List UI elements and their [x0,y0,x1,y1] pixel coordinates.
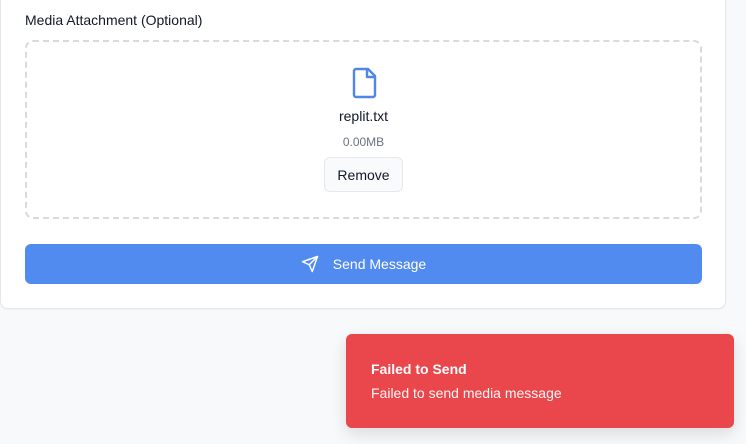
media-dropzone[interactable]: replit.txt 0.00MB Remove [25,40,702,219]
send-icon [301,255,319,273]
toast-title: Failed to Send [371,361,467,377]
file-name: replit.txt [338,108,388,124]
send-message-button[interactable]: Send Message [25,244,702,284]
message-form-card: Media Attachment (Optional) replit.txt 0… [0,0,726,309]
remove-file-button[interactable]: Remove [324,157,403,192]
file-icon [352,67,378,99]
error-toast[interactable]: Failed to Send Failed to send media mess… [346,334,734,428]
file-size: 0.00MB [342,135,385,149]
media-attachment-label: Media Attachment (Optional) [25,12,203,28]
send-message-label: Send Message [332,256,427,272]
page: Media Attachment (Optional) replit.txt 0… [0,0,746,444]
toast-description: Failed to send media message [371,385,562,401]
